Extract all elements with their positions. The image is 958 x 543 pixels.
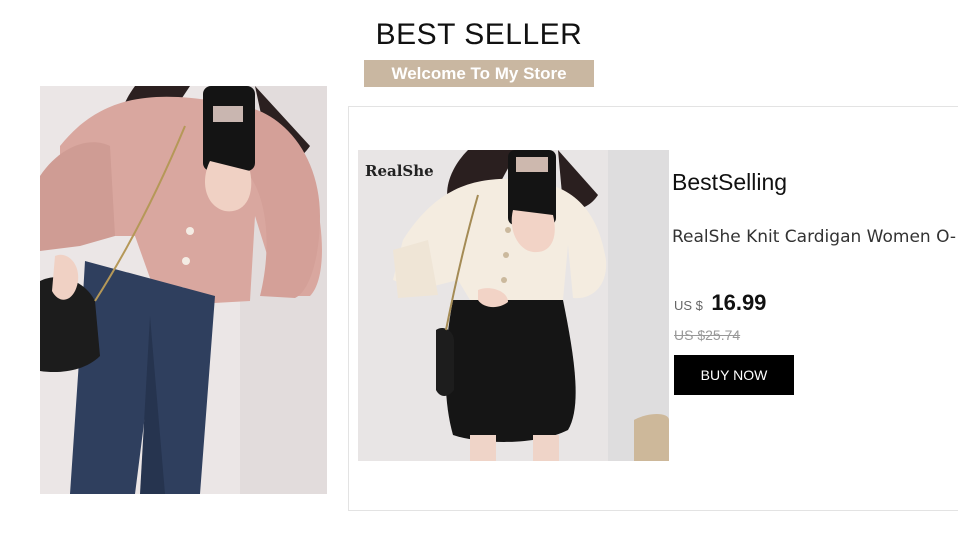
product-card[interactable]: RealShe BestSelling RealShe Knit Cardiga… bbox=[348, 106, 958, 511]
buy-now-button[interactable]: BUY NOW bbox=[674, 355, 794, 395]
watermark-label: RealShe bbox=[365, 162, 434, 180]
model-pink-cardigan-photo bbox=[40, 86, 327, 494]
bestselling-label: BestSelling bbox=[672, 169, 788, 195]
sale-price: 16.99 bbox=[711, 290, 767, 315]
model-cream-cardigan-photo bbox=[358, 150, 669, 461]
original-price: US $25.74 bbox=[674, 327, 741, 343]
price-row: US $ 16.99 bbox=[674, 290, 766, 316]
currency-label: US $ bbox=[674, 298, 703, 313]
page-title: BEST SELLER bbox=[375, 18, 583, 51]
hero-image[interactable] bbox=[40, 86, 327, 494]
welcome-banner: Welcome To My Store bbox=[364, 60, 594, 87]
product-title-link[interactable]: RealShe Knit Cardigan Women O- bbox=[672, 227, 958, 247]
product-image[interactable]: RealShe bbox=[358, 150, 669, 461]
